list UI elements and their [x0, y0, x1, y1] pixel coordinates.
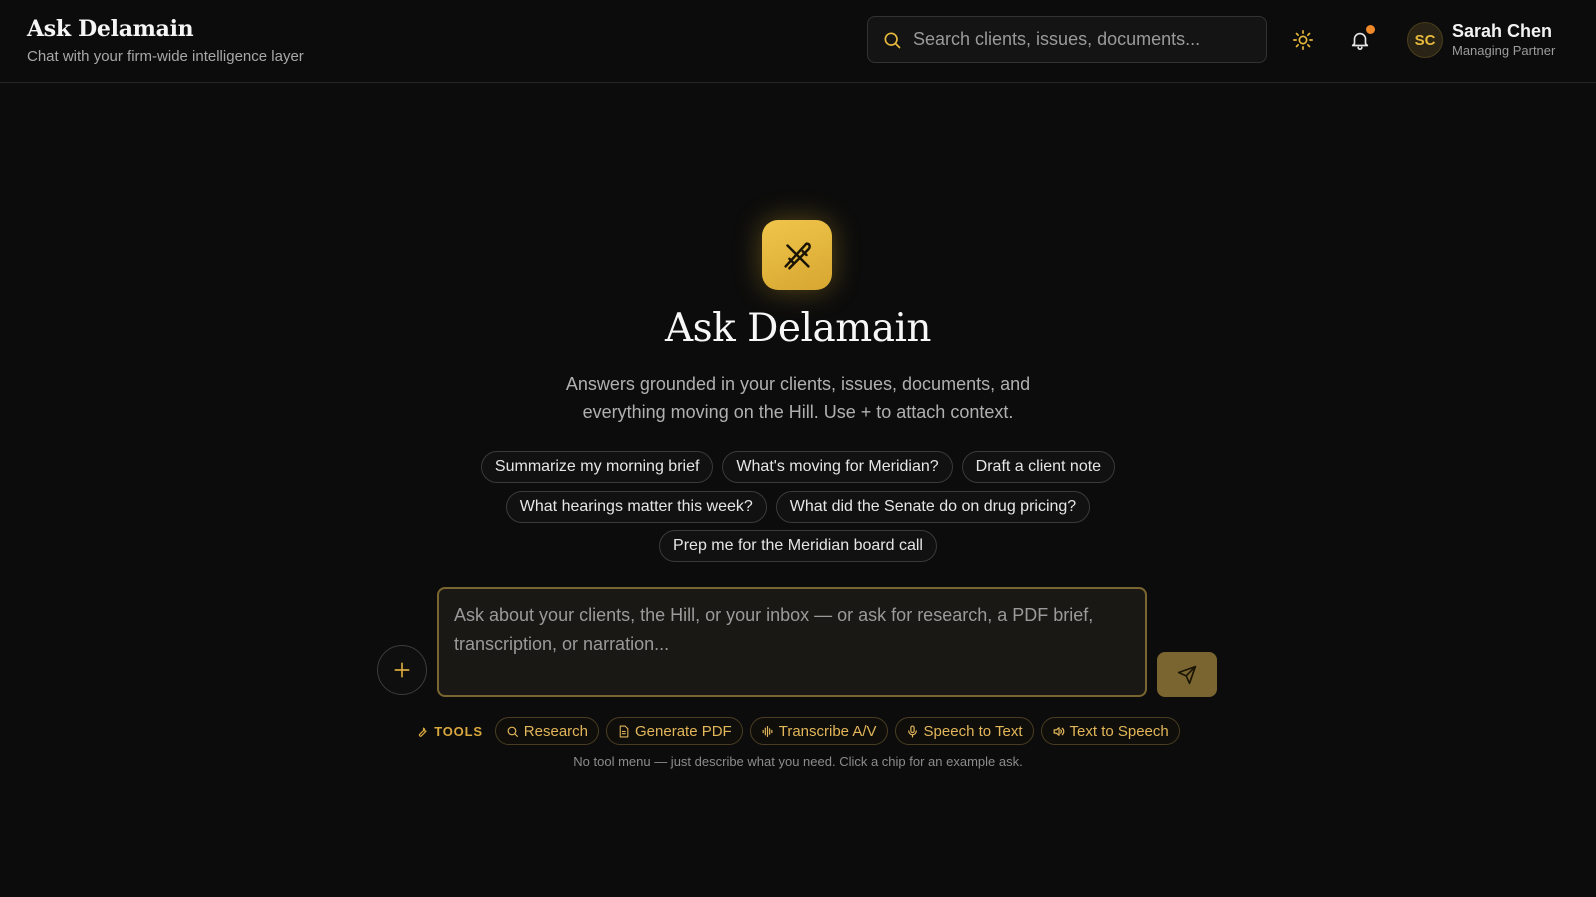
user-role: Managing Partner — [1452, 43, 1556, 58]
app-subtitle: Chat with your firm-wide intelligence la… — [27, 48, 304, 65]
microphone-icon — [907, 724, 917, 738]
send-icon — [1177, 665, 1197, 684]
document-icon — [619, 725, 629, 737]
suggestion-chip[interactable]: What's moving for Meridian? — [722, 451, 953, 483]
app-title: Ask Delamain — [27, 16, 194, 42]
suggestion-chip[interactable]: What did the Senate do on drug pricing? — [775, 491, 1091, 523]
tool-chip-label: Generate PDF — [635, 722, 732, 740]
wrench-icon — [419, 726, 427, 737]
tool-chip-label: Transcribe A/V — [778, 722, 877, 740]
suggestion-row: Summarize my morning brief What's moving… — [0, 451, 1596, 483]
notifications-button[interactable] — [1342, 22, 1378, 58]
user-name[interactable]: Sarah Chen — [1452, 21, 1552, 42]
sun-icon — [1293, 30, 1313, 50]
tool-chip-label: Speech to Text — [923, 722, 1023, 740]
hero-title: Ask Delamain — [664, 306, 932, 351]
tool-chip-research[interactable]: Research — [494, 717, 599, 745]
tool-chip-generate-pdf[interactable]: Generate PDF — [606, 717, 743, 745]
suggestion-chip[interactable]: Draft a client note — [961, 451, 1116, 483]
tool-chip-label: Research — [523, 722, 588, 740]
quill-cross-icon — [784, 242, 811, 270]
notification-dot — [1366, 25, 1375, 34]
chat-input[interactable] — [439, 589, 1145, 695]
tools-hint: No tool menu — just describe what you ne… — [573, 754, 1023, 769]
speaker-icon — [1053, 726, 1064, 736]
suggestion-chip[interactable]: Prep me for the Meridian board call — [659, 530, 937, 562]
hero-description: Answers grounded in your clients, issues… — [565, 374, 1031, 422]
suggestion-row: What hearings matter this week? What did… — [0, 491, 1596, 523]
plus-icon — [394, 662, 410, 678]
tools-bar: TOOLS Research Generate PDF Transcribe A… — [0, 717, 1596, 745]
chat-composer — [437, 587, 1147, 697]
search-input[interactable] — [913, 17, 1258, 62]
tools-label-text: TOOLS — [434, 723, 483, 739]
global-search[interactable] — [867, 16, 1267, 63]
search-icon — [884, 32, 901, 49]
attach-context-button[interactable] — [377, 645, 427, 695]
tool-chip-transcribe[interactable]: Transcribe A/V — [749, 717, 888, 745]
avatar[interactable]: SC — [1407, 22, 1443, 58]
assistant-logo — [762, 220, 832, 290]
suggestion-chip[interactable]: What hearings matter this week? — [505, 491, 767, 523]
tools-label: TOOLS — [416, 724, 483, 739]
tool-chip-speech-to-text[interactable]: Speech to Text — [894, 717, 1034, 745]
top-bar: Ask Delamain Chat with your firm-wide in… — [0, 0, 1596, 83]
search-icon — [507, 726, 518, 737]
suggestion-row: Prep me for the Meridian board call — [0, 530, 1596, 562]
tool-chip-text-to-speech[interactable]: Text to Speech — [1040, 717, 1180, 745]
waveform-icon — [762, 725, 773, 737]
send-button[interactable] — [1157, 652, 1217, 697]
suggestion-chip[interactable]: Summarize my morning brief — [480, 451, 714, 483]
theme-toggle-button[interactable] — [1285, 22, 1321, 58]
tool-chip-label: Text to Speech — [1069, 722, 1169, 740]
